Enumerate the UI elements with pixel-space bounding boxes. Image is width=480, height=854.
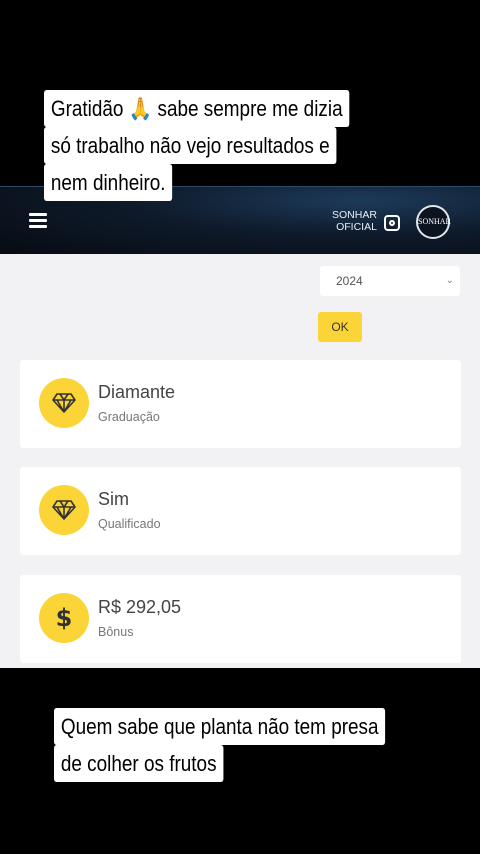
caption-bottom: Quem sabe que planta não tem presa de co… [54, 708, 439, 782]
logo[interactable]: SONHAR [416, 205, 451, 239]
caption-line: de colher os frutos [54, 745, 224, 782]
card-subtitle: Graduação [98, 410, 160, 424]
card-subtitle: Bônus [98, 625, 134, 639]
card-bonus: $ R$ 292,05 Bônus [20, 575, 461, 663]
card-qualified: Sim Qualificado [20, 467, 461, 555]
ok-button[interactable]: OK [318, 312, 362, 342]
caption-line: só trabalho não vejo resultados e [44, 127, 337, 164]
main-content: 2024 ⌄ OK Diamante Graduação Sim Qualifi… [0, 254, 480, 668]
caption-line: nem dinheiro. [44, 164, 173, 201]
card-title: Sim [98, 489, 129, 509]
card-subtitle: Qualificado [98, 517, 161, 531]
card-graduation: Diamante Graduação [20, 360, 461, 448]
dollar-icon: $ [39, 593, 89, 643]
instagram-icon[interactable] [384, 215, 400, 231]
year-select-value: 2024 [336, 274, 363, 288]
card-title: Diamante [98, 382, 176, 402]
card-title: R$ 292,05 [98, 597, 182, 617]
chevron-down-icon: ⌄ [445, 275, 454, 286]
caption-top: Gratidão 🙏 sabe sempre me dizia só traba… [44, 90, 399, 201]
caption-line: Gratidão 🙏 sabe sempre me dizia [44, 90, 350, 127]
caption-line: Quem sabe que planta não tem presa [54, 708, 386, 745]
brand-label: SONHAR OFICIAL [332, 209, 377, 233]
menu-icon[interactable] [29, 213, 47, 228]
diamond-icon [39, 378, 89, 428]
brand-line-1: SONHAR [332, 209, 377, 221]
diamond-icon [39, 485, 89, 535]
year-select[interactable]: 2024 ⌄ [320, 266, 460, 296]
dollar-symbol: $ [55, 604, 73, 632]
brand-line-2: OFICIAL [336, 221, 377, 233]
